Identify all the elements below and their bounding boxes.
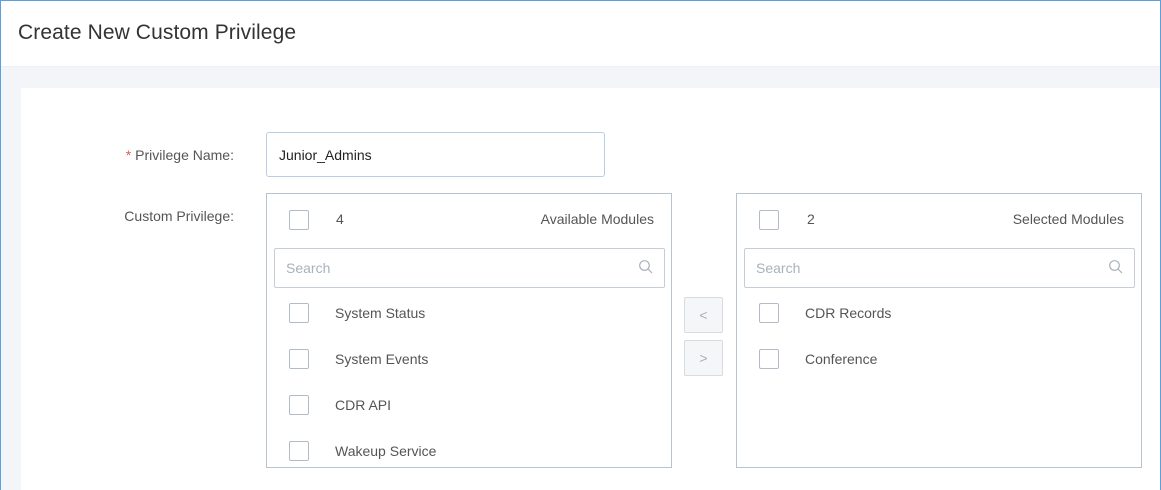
list-item[interactable]: Wakeup Service (267, 430, 671, 476)
item-checkbox[interactable] (759, 349, 779, 369)
move-right-button[interactable]: > (684, 340, 723, 376)
search-icon[interactable] (1108, 259, 1124, 275)
available-modules-panel: 4 Available Modules System Status System… (266, 193, 672, 468)
item-checkbox[interactable] (289, 349, 309, 369)
item-checkbox[interactable] (289, 441, 309, 461)
selected-modules-panel: 2 Selected Modules CDR Records Conferenc… (736, 193, 1142, 468)
selected-count: 2 (807, 211, 815, 227)
item-label: Wakeup Service (335, 443, 437, 459)
page-title: Create New Custom Privilege (18, 21, 297, 44)
available-select-all-checkbox[interactable] (289, 210, 309, 230)
privilege-name-input[interactable] (266, 132, 605, 177)
list-item[interactable]: System Status (267, 292, 671, 338)
item-checkbox[interactable] (759, 303, 779, 323)
custom-privilege-label: Custom Privilege: (124, 208, 234, 224)
list-item[interactable]: CDR API (267, 384, 671, 430)
available-search-input[interactable] (275, 249, 635, 287)
item-label: CDR API (335, 397, 392, 413)
privilege-name-label-text: Privilege Name: (135, 147, 234, 163)
item-label: System Events (335, 351, 429, 367)
item-checkbox[interactable] (289, 395, 309, 415)
privilege-name-label: * Privilege Name: (80, 147, 234, 163)
available-search-box (274, 248, 665, 288)
item-label: CDR Records (805, 305, 892, 321)
selected-modules-title: Selected Modules (1012, 211, 1124, 227)
list-item[interactable]: System Events (267, 338, 671, 384)
selected-search-input[interactable] (745, 249, 1105, 287)
search-icon[interactable] (638, 259, 654, 275)
required-marker: * (125, 147, 132, 163)
available-modules-title: Available Modules (540, 211, 654, 227)
item-label: System Status (335, 305, 426, 321)
move-left-button[interactable]: < (684, 297, 723, 333)
selected-search-box (744, 248, 1135, 288)
list-item[interactable]: CDR Records (737, 292, 1141, 338)
item-label: Conference (805, 351, 878, 367)
dialog-header: Create New Custom Privilege (1, 1, 1160, 67)
available-count: 4 (336, 211, 344, 227)
item-checkbox[interactable] (289, 303, 309, 323)
selected-select-all-checkbox[interactable] (759, 210, 779, 230)
list-item[interactable]: Conference (737, 338, 1141, 384)
